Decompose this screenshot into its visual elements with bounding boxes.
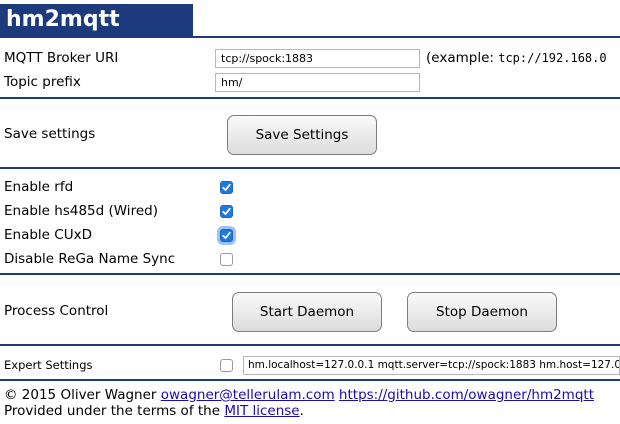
enable-cuxd-label: Enable CUxD — [4, 227, 92, 243]
start-daemon-button[interactable]: Start Daemon — [232, 292, 382, 332]
checkmark-icon — [222, 183, 231, 191]
enable-hs485d-checkbox[interactable] — [220, 205, 233, 218]
checkmark-icon — [222, 207, 231, 215]
footer-line-1: © 2015 Oliver Wagner owagner@tellerulam.… — [4, 387, 594, 403]
save-settings-button[interactable]: Save Settings — [227, 115, 377, 155]
process-control-label: Process Control — [4, 303, 109, 319]
broker-example: (example: tcp://192.168.0 — [426, 50, 607, 66]
terms-suffix: . — [299, 403, 304, 419]
footer-line-2: Provided under the terms of the MIT lice… — [4, 403, 304, 419]
enable-rfd-checkbox[interactable] — [220, 181, 233, 194]
divider — [0, 344, 620, 346]
divider — [0, 97, 620, 99]
copyright-text: © 2015 Oliver Wagner — [4, 387, 157, 403]
enable-cuxd-checkbox[interactable] — [220, 229, 233, 242]
page-title: hm2mqtt settings — [0, 4, 193, 64]
broker-uri-label: MQTT Broker URI — [4, 50, 119, 66]
disable-rega-checkbox[interactable] — [220, 253, 233, 266]
expert-settings-checkbox[interactable] — [220, 359, 233, 372]
broker-example-value: tcp://192.168.0 — [498, 51, 607, 65]
expert-settings-label: Expert Settings — [4, 358, 93, 372]
divider — [0, 167, 620, 169]
stop-daemon-button[interactable]: Stop Daemon — [407, 292, 557, 332]
license-link[interactable]: MIT license — [224, 403, 299, 419]
save-settings-label: Save settings — [4, 126, 96, 142]
repo-link[interactable]: https://github.com/owagner/hm2mqtt — [339, 387, 594, 403]
broker-example-prefix: (example: — [426, 50, 499, 66]
divider — [0, 36, 620, 38]
topic-prefix-input[interactable] — [215, 73, 420, 92]
expert-settings-input[interactable]: hm.localhost=127.0.0.1 mqtt.server=tcp:/… — [243, 356, 620, 375]
email-link[interactable]: owagner@tellerulam.com — [161, 387, 335, 403]
checkmark-icon — [222, 231, 231, 239]
broker-uri-input[interactable] — [215, 49, 420, 68]
terms-text: Provided under the terms of the — [4, 403, 221, 419]
topic-prefix-label: Topic prefix — [4, 74, 81, 90]
enable-hs485d-label: Enable hs485d (Wired) — [4, 203, 158, 219]
divider — [0, 273, 620, 275]
enable-rfd-label: Enable rfd — [4, 179, 74, 195]
divider — [0, 379, 620, 381]
disable-rega-label: Disable ReGa Name Sync — [4, 251, 176, 267]
